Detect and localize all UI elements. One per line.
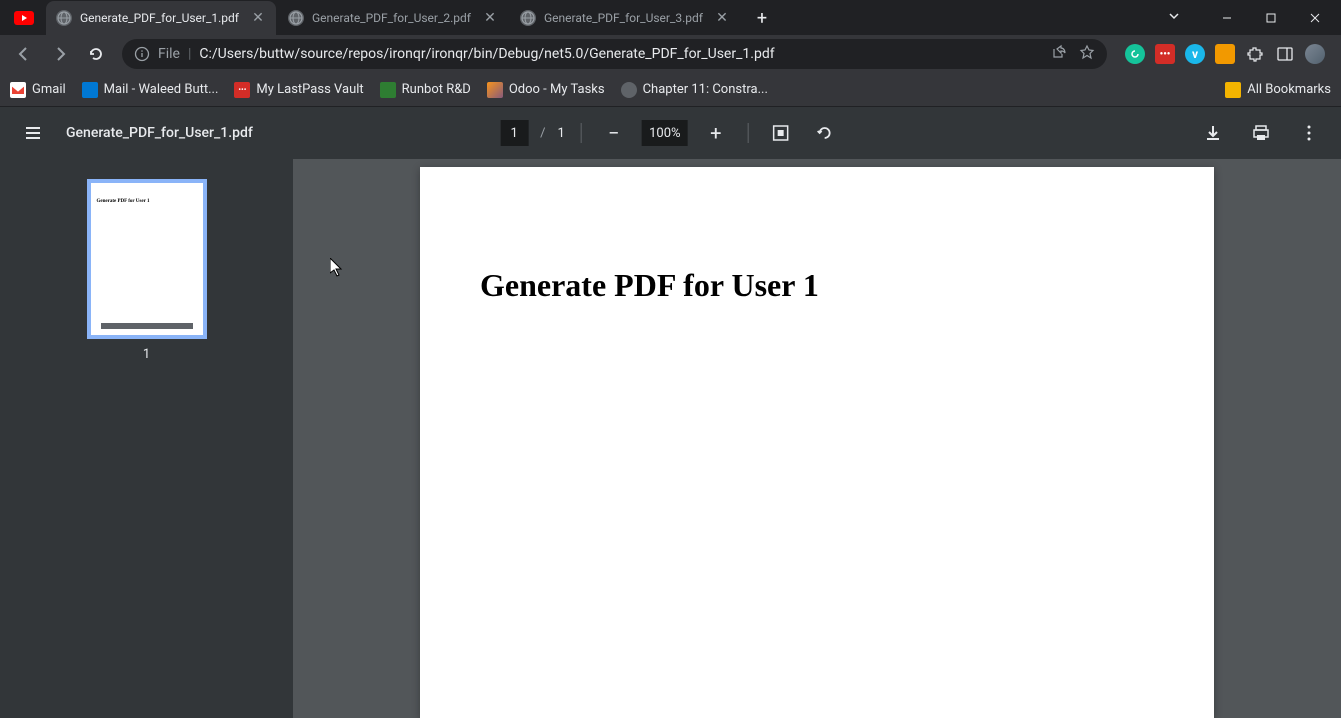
url-bar[interactable]: File | C:/Users/buttw/source/repos/ironq…: [122, 39, 1107, 69]
menu-icon[interactable]: [16, 116, 50, 150]
extension-icon[interactable]: [1215, 44, 1235, 64]
all-bookmarks-label: All Bookmarks: [1247, 82, 1331, 97]
url-divider: |: [188, 46, 191, 62]
browser-tab[interactable]: Generate_PDF_for_User_2.pdf ✕: [278, 1, 508, 35]
zoom-input[interactable]: [642, 120, 688, 146]
browser-tab-active[interactable]: Generate_PDF_for_User_1.pdf ✕: [46, 1, 276, 35]
side-panel-icon[interactable]: [1275, 44, 1295, 64]
thumbnail-number: 1: [143, 347, 150, 362]
pdf-viewer: Generate PDF for User 1 1 Generate PDF f…: [0, 159, 1341, 718]
all-bookmarks-button[interactable]: All Bookmarks: [1225, 82, 1331, 98]
pdf-page: Generate PDF for User 1: [420, 167, 1214, 718]
reload-button[interactable]: [80, 38, 112, 70]
vimeo-icon[interactable]: v: [1185, 44, 1205, 64]
bookmark-label: My LastPass Vault: [256, 82, 363, 97]
back-button[interactable]: [8, 38, 40, 70]
extension-icons: ••• v: [1117, 44, 1333, 64]
bookmark-label: Odoo - My Tasks: [509, 82, 605, 97]
zoom-out-button[interactable]: −: [598, 117, 630, 149]
tab-title: Generate_PDF_for_User_3.pdf: [544, 11, 706, 25]
bookmark-label: Mail - Waleed Butt...: [104, 82, 219, 97]
pdf-right-controls: [1197, 117, 1325, 149]
bookmark-lastpass[interactable]: ••• My LastPass Vault: [234, 82, 363, 98]
globe-icon: [288, 10, 304, 26]
info-icon[interactable]: [134, 46, 150, 62]
browser-tab[interactable]: Generate_PDF_for_User_3.pdf ✕: [510, 1, 740, 35]
page-heading: Generate PDF for User 1: [480, 267, 1154, 304]
close-window-button[interactable]: [1297, 3, 1333, 33]
thumbnail-sidebar: Generate PDF for User 1 1: [0, 159, 293, 718]
globe-icon: [56, 10, 72, 26]
extensions-icon[interactable]: [1245, 44, 1265, 64]
browser-tab-bar: Generate_PDF_for_User_1.pdf ✕ Generate_P…: [0, 0, 1341, 35]
bookmarks-bar: Gmail Mail - Waleed Butt... ••• My LastP…: [0, 73, 1341, 107]
print-icon[interactable]: [1245, 117, 1277, 149]
url-path: C:/Users/buttw/source/repos/ironqr/ironq…: [199, 46, 1043, 62]
tab-title: Generate_PDF_for_User_2.pdf: [312, 11, 474, 25]
bookmark-gmail[interactable]: Gmail: [10, 82, 66, 98]
bookmark-chapter[interactable]: Chapter 11: Constra...: [621, 82, 768, 98]
thumbnail-text: Generate PDF for User 1: [91, 183, 203, 220]
bookmark-label: Gmail: [32, 82, 66, 97]
chevron-down-icon[interactable]: [1167, 8, 1181, 27]
fit-to-page-icon[interactable]: [765, 117, 797, 149]
rotate-icon[interactable]: [809, 117, 841, 149]
zoom-in-button[interactable]: +: [700, 117, 732, 149]
toolbar-divider: [581, 123, 582, 143]
page-total: 1: [558, 126, 565, 141]
more-icon[interactable]: [1293, 117, 1325, 149]
forward-button[interactable]: [44, 38, 76, 70]
address-bar: File | C:/Users/buttw/source/repos/ironq…: [0, 35, 1341, 73]
pdf-content-area[interactable]: Generate PDF for User 1: [293, 159, 1341, 718]
bookmark-label: Runbot R&D: [402, 82, 471, 97]
bookmark-outlook[interactable]: Mail - Waleed Butt...: [82, 82, 219, 98]
bookmark-label: Chapter 11: Constra...: [643, 82, 768, 97]
minimize-button[interactable]: [1209, 3, 1245, 33]
pdf-toolbar: Generate_PDF_for_User_1.pdf / 1 − +: [0, 107, 1341, 159]
youtube-icon[interactable]: [12, 6, 36, 30]
lastpass-icon[interactable]: •••: [1155, 44, 1175, 64]
toolbar-divider: [748, 123, 749, 143]
profile-avatar[interactable]: [1305, 44, 1325, 64]
close-icon[interactable]: ✕: [714, 10, 730, 26]
pdf-page-controls: / 1 − +: [500, 117, 841, 149]
page-number-input[interactable]: [500, 120, 528, 146]
thumbnail-footer: [101, 323, 193, 329]
download-icon[interactable]: [1197, 117, 1229, 149]
grammarly-icon[interactable]: [1125, 44, 1145, 64]
bookmark-runbot[interactable]: Runbot R&D: [380, 82, 471, 98]
tab-title: Generate_PDF_for_User_1.pdf: [80, 11, 242, 25]
page-separator: /: [540, 126, 545, 141]
url-scheme-label: File: [158, 46, 180, 62]
pdf-filename: Generate_PDF_for_User_1.pdf: [66, 125, 253, 141]
new-tab-button[interactable]: +: [748, 4, 776, 32]
share-icon[interactable]: [1051, 44, 1067, 64]
bookmark-odoo[interactable]: Odoo - My Tasks: [487, 82, 605, 98]
close-icon[interactable]: ✕: [250, 10, 266, 26]
page-thumbnail[interactable]: Generate PDF for User 1: [87, 179, 207, 339]
close-icon[interactable]: ✕: [482, 10, 498, 26]
maximize-button[interactable]: [1253, 3, 1289, 33]
globe-icon: [520, 10, 536, 26]
window-controls: [1167, 0, 1341, 35]
bookmark-star-icon[interactable]: [1079, 44, 1095, 64]
